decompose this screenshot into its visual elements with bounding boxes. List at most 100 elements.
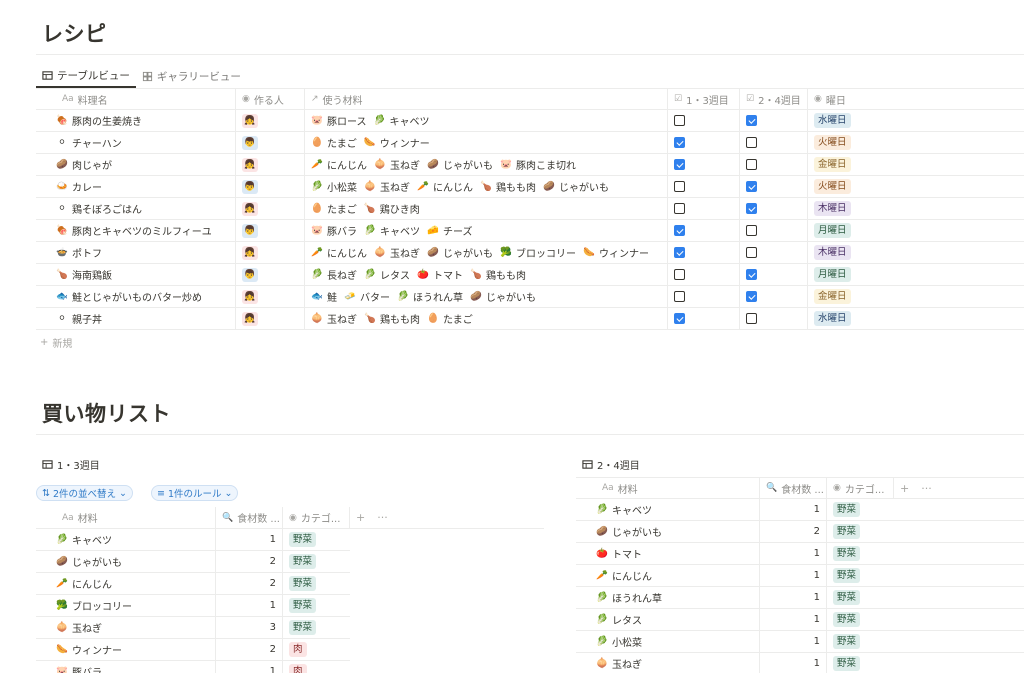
ingredient-link[interactable]: 🧈 バター bbox=[344, 289, 390, 305]
cell-count[interactable]: 1 bbox=[760, 543, 827, 564]
ingredient-link[interactable]: 🌭 ウィンナー bbox=[364, 135, 430, 151]
ingredient-link[interactable]: 🥔 じゃがいも bbox=[427, 157, 493, 173]
cell-person[interactable]: 👦 bbox=[236, 132, 305, 153]
cell-count[interactable]: 2 bbox=[216, 639, 283, 660]
table-row[interactable]: 🥬 小松菜 1 野菜 bbox=[576, 631, 1024, 653]
cell-week24[interactable] bbox=[740, 286, 808, 307]
ingredient-link[interactable]: 🥬 レタス bbox=[364, 267, 410, 283]
cell-day[interactable]: 木曜日 bbox=[808, 242, 1024, 263]
cell-week24[interactable] bbox=[740, 154, 808, 175]
cell-ingredient[interactable]: 🌭 ウィンナー bbox=[36, 639, 216, 660]
table-row[interactable]: 🐷 豚バラ 1 肉 bbox=[36, 661, 350, 673]
tab-gallery-view[interactable]: ギャラリービュー bbox=[136, 64, 247, 88]
column-header-category[interactable]: ◉ カテゴ... bbox=[827, 478, 894, 498]
table-row[interactable]: ⚪ 鶏そぼろごはん 👧 🥚 たまご 🍗 鶏ひき肉 木曜日 bbox=[36, 198, 1024, 220]
ingredient-link[interactable]: 🍗 鶏もも肉 bbox=[480, 179, 536, 195]
table-row[interactable]: 🍗 海南鶏飯 👦 🥬 長ねぎ 🥬 レタス 🍅 トマト 🍗 鶏もも肉 月曜日 bbox=[36, 264, 1024, 286]
cell-week13[interactable] bbox=[668, 176, 740, 197]
more-options-icon[interactable]: ··· bbox=[371, 507, 394, 528]
cell-name[interactable]: 🥔 肉じゃが bbox=[36, 154, 236, 175]
week24-checkbox[interactable] bbox=[746, 137, 757, 148]
cell-week13[interactable] bbox=[668, 286, 740, 307]
ingredient-link[interactable]: 🥕 にんじん bbox=[417, 179, 473, 195]
add-property-icon[interactable]: + bbox=[350, 507, 371, 528]
column-header-day[interactable]: ◉ 曜日 bbox=[808, 89, 1024, 109]
column-header-week13[interactable]: ☑ 1・3週目 bbox=[668, 89, 740, 109]
table-row[interactable]: 🥔 肉じゃが 👧 🥕 にんじん 🧅 玉ねぎ 🥔 じゃがいも 🐷 豚肉こま切れ 金曜日 bbox=[36, 154, 1024, 176]
tab-table-view[interactable]: テーブルビュー bbox=[36, 64, 136, 88]
filter-button[interactable]: ≡ 1件のルール ⌄ bbox=[151, 485, 239, 501]
cell-person[interactable]: 👦 bbox=[236, 264, 305, 285]
ingredient-link[interactable]: 🥕 にんじん bbox=[311, 157, 367, 173]
column-header-ingredient[interactable]: Aa 材料 bbox=[576, 478, 760, 498]
cell-ingredient[interactable]: 🥬 キャベツ bbox=[36, 529, 216, 550]
week24-checkbox[interactable] bbox=[746, 159, 757, 170]
cell-ingredients[interactable]: 🥬 小松菜 🧅 玉ねぎ 🥕 にんじん 🍗 鶏もも肉 🥔 じゃがいも bbox=[305, 176, 668, 197]
table-row[interactable]: 🥬 キャベツ 1 野菜 bbox=[36, 529, 350, 551]
cell-category[interactable]: 肉 bbox=[283, 661, 350, 673]
cell-category[interactable]: 野菜 bbox=[827, 499, 894, 520]
cell-week13[interactable] bbox=[668, 220, 740, 241]
table-row[interactable]: ⚪ チャーハン 👦 🥚 たまご 🌭 ウィンナー 火曜日 bbox=[36, 132, 1024, 154]
table-row[interactable]: 🌭 ウィンナー 2 肉 bbox=[36, 639, 350, 661]
cell-person[interactable]: 👧 bbox=[236, 154, 305, 175]
ingredient-link[interactable]: 🥚 たまご bbox=[427, 311, 473, 327]
ingredient-link[interactable]: 🥔 じゃがいも bbox=[470, 289, 536, 305]
cell-ingredient[interactable]: 🥬 レタス bbox=[576, 609, 760, 630]
cell-week24[interactable] bbox=[740, 264, 808, 285]
week24-checkbox[interactable] bbox=[746, 203, 757, 214]
week13-checkbox[interactable] bbox=[674, 247, 685, 258]
cell-category[interactable]: 肉 bbox=[283, 639, 350, 660]
list24-view-title[interactable]: 2・4週目 bbox=[582, 457, 640, 472]
table-row[interactable]: 🍖 豚肉とキャベツのミルフィーユ 👦 🐷 豚バラ 🥬 キャベツ 🧀 チーズ 月曜日 bbox=[36, 220, 1024, 242]
table-row[interactable]: 🍖 豚肉の生姜焼き 👧 🐷 豚ロース 🥬 キャベツ 水曜日 bbox=[36, 110, 1024, 132]
cell-week24[interactable] bbox=[740, 220, 808, 241]
cell-day[interactable]: 木曜日 bbox=[808, 198, 1024, 219]
table-row[interactable]: 🥦 ブロッコリー 1 野菜 bbox=[36, 595, 350, 617]
cell-category[interactable]: 野菜 bbox=[827, 543, 894, 564]
table-row[interactable]: 🍲 ポトフ 👧 🥕 にんじん 🧅 玉ねぎ 🥔 じゃがいも 🥦 ブロッコリー 🌭 ウィンナー 木曜日 bbox=[36, 242, 1024, 264]
sort-button[interactable]: ⇅ 2件の並べ替え ⌄ bbox=[36, 485, 133, 501]
ingredient-link[interactable]: 🧅 玉ねぎ bbox=[374, 245, 420, 261]
cell-count[interactable]: 1 bbox=[760, 631, 827, 652]
cell-ingredients[interactable]: 🥕 にんじん 🧅 玉ねぎ 🥔 じゃがいも 🐷 豚肉こま切れ bbox=[305, 154, 668, 175]
cell-category[interactable]: 野菜 bbox=[827, 587, 894, 608]
ingredient-link[interactable]: 🌭 ウィンナー bbox=[583, 245, 649, 261]
cell-ingredient[interactable]: 🥕 にんじん bbox=[576, 565, 760, 586]
week24-checkbox[interactable] bbox=[746, 225, 757, 236]
cell-count[interactable]: 1 bbox=[760, 653, 827, 673]
cell-week24[interactable] bbox=[740, 110, 808, 131]
cell-person[interactable]: 👧 bbox=[236, 110, 305, 131]
cell-day[interactable]: 火曜日 bbox=[808, 132, 1024, 153]
column-header-week24[interactable]: ☑ 2・4週目 bbox=[740, 89, 808, 109]
cell-ingredient[interactable]: 🥕 にんじん bbox=[36, 573, 216, 594]
table-row[interactable]: 🥕 にんじん 1 野菜 bbox=[576, 565, 1024, 587]
table-row[interactable]: 🥕 にんじん 2 野菜 bbox=[36, 573, 350, 595]
cell-ingredient[interactable]: 🍅 トマト bbox=[576, 543, 760, 564]
cell-ingredient[interactable]: 🥬 小松菜 bbox=[576, 631, 760, 652]
week13-checkbox[interactable] bbox=[674, 225, 685, 236]
cell-week13[interactable] bbox=[668, 132, 740, 153]
cell-person[interactable]: 👦 bbox=[236, 176, 305, 197]
ingredient-link[interactable]: 🥬 小松菜 bbox=[311, 179, 357, 195]
ingredient-link[interactable]: 🥦 ブロッコリー bbox=[500, 245, 576, 261]
table-row[interactable]: 🥬 キャベツ 1 野菜 bbox=[576, 499, 1024, 521]
cell-ingredient[interactable]: 🥔 じゃがいも bbox=[36, 551, 216, 572]
column-header-ingredient[interactable]: Aa 材料 bbox=[36, 507, 216, 528]
cell-count[interactable]: 2 bbox=[216, 573, 283, 594]
cell-day[interactable]: 水曜日 bbox=[808, 110, 1024, 131]
cell-count[interactable]: 1 bbox=[216, 529, 283, 550]
cell-ingredients[interactable]: 🥬 長ねぎ 🥬 レタス 🍅 トマト 🍗 鶏もも肉 bbox=[305, 264, 668, 285]
cell-day[interactable]: 水曜日 bbox=[808, 308, 1024, 329]
new-row-button[interactable]: + 新規 bbox=[40, 335, 72, 350]
cell-category[interactable]: 野菜 bbox=[827, 565, 894, 586]
cell-ingredients[interactable]: 🐷 豚ロース 🥬 キャベツ bbox=[305, 110, 668, 131]
cell-week24[interactable] bbox=[740, 242, 808, 263]
add-property-icon[interactable]: + bbox=[894, 478, 915, 498]
more-options-icon[interactable]: ··· bbox=[915, 478, 938, 498]
ingredient-link[interactable]: 🥔 じゃがいも bbox=[543, 179, 609, 195]
ingredient-link[interactable]: 🧀 チーズ bbox=[427, 223, 472, 239]
cell-count[interactable]: 2 bbox=[216, 551, 283, 572]
cell-count[interactable]: 3 bbox=[216, 617, 283, 638]
ingredient-link[interactable]: 🍅 トマト bbox=[417, 267, 463, 283]
